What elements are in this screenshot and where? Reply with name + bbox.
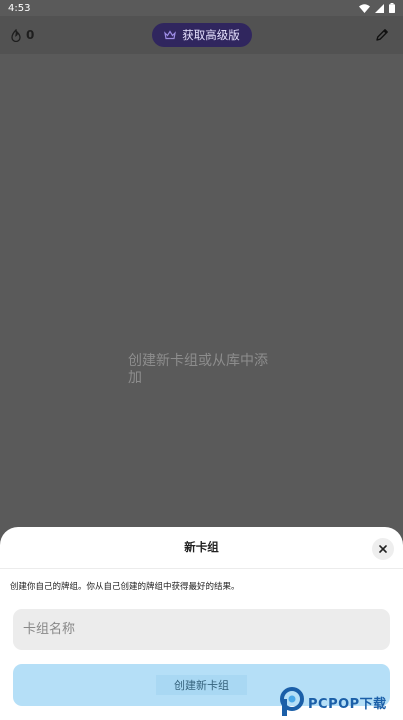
empty-state-message: 创建新卡组或从库中添加 — [128, 353, 268, 386]
pcpop-logo-icon — [280, 687, 304, 716]
watermark-text: PCPOP下载 — [308, 696, 387, 712]
edit-button[interactable] — [371, 24, 393, 46]
gem-counter[interactable]: 0 — [10, 28, 34, 42]
wifi-icon — [359, 3, 370, 13]
top-bar: 0 获取高级版 — [0, 16, 403, 54]
gem-count: 0 — [26, 28, 35, 42]
get-premium-button[interactable]: 获取高级版 — [152, 23, 252, 47]
create-deck-label: 创建新卡组 — [156, 675, 247, 695]
close-button[interactable] — [372, 538, 394, 560]
premium-label: 获取高级版 — [182, 28, 240, 42]
sheet-description: 创建你自己的牌组。你从自己创建的牌组中获得最好的结果。 — [10, 582, 240, 592]
crown-icon — [164, 30, 177, 40]
status-icons — [359, 3, 395, 13]
status-bar: 4:53 — [0, 0, 403, 16]
battery-icon — [389, 3, 395, 13]
signal-icon — [375, 3, 384, 13]
sheet-divider — [0, 568, 403, 569]
screen: 4:53 0 获取高级版 创建新卡组或从库中添加 新卡组 创建你自己的牌组。你从… — [0, 0, 403, 720]
pcpop-watermark: PCPOP下载 — [279, 684, 403, 720]
gem-icon — [11, 28, 21, 42]
pencil-icon — [376, 29, 388, 41]
status-time: 4:53 — [8, 2, 31, 14]
deck-name-input[interactable] — [13, 609, 390, 650]
sheet-title: 新卡组 — [184, 540, 219, 554]
close-icon — [379, 545, 387, 553]
